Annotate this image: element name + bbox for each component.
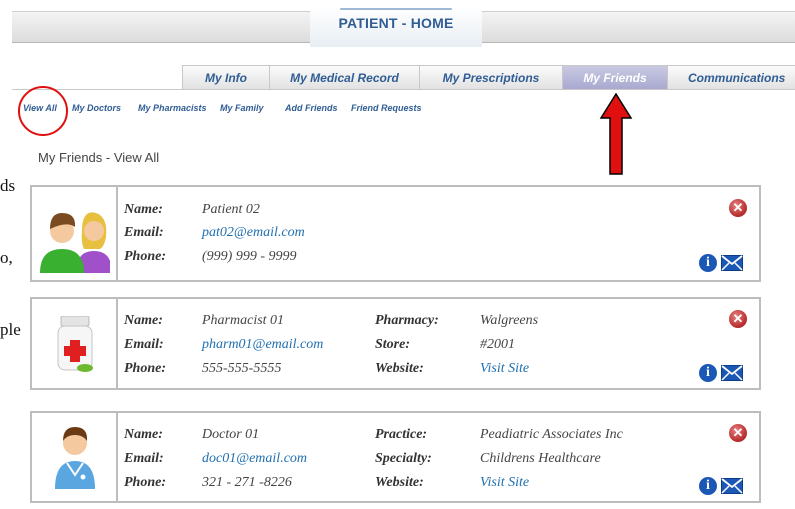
pharmacy-name: Walgreens — [480, 313, 539, 328]
label-pharmacy: Pharmacy: — [375, 313, 439, 328]
mail-icon[interactable] — [721, 478, 743, 494]
info-icon[interactable]: i — [699, 254, 717, 272]
doctor-avatar-icon — [55, 427, 95, 489]
label-email: Email: — [124, 451, 164, 466]
subnav-my-family[interactable]: My Family — [220, 103, 264, 113]
subnav-my-doctors[interactable]: My Doctors — [72, 103, 121, 113]
label-email: Email: — [124, 337, 164, 352]
avatar-cell — [32, 187, 118, 280]
tab-my-friends[interactable]: My Friends — [562, 65, 668, 89]
doc-fragment-1: ds — [0, 176, 16, 195]
website-link[interactable]: Visit Site — [480, 475, 529, 491]
remove-friend-button[interactable]: ✕ — [729, 199, 747, 217]
friend-name: Doctor 01 — [202, 427, 260, 442]
avatar-cell — [32, 413, 118, 501]
subnav-friend-requests[interactable]: Friend Requests — [351, 103, 422, 113]
tab-my-info[interactable]: My Info — [182, 65, 270, 89]
friend-card-pharmacist: Name: Email: Phone: Pharmacist 01 pharm0… — [30, 297, 761, 390]
subnav-my-pharmacists[interactable]: My Pharmacists — [138, 103, 207, 113]
friend-name: Pharmacist 01 — [202, 313, 285, 328]
label-website: Website: — [375, 475, 424, 490]
label-practice: Practice: — [375, 427, 428, 442]
annotation-circle — [18, 86, 68, 136]
store-number: #2001 — [480, 337, 515, 352]
mail-icon[interactable] — [721, 365, 743, 381]
family-avatar-icon — [40, 212, 110, 273]
mail-icon[interactable] — [721, 255, 743, 271]
tab-my-medical-record[interactable]: My Medical Record — [269, 65, 420, 89]
practice-name: Peadiatric Associates Inc — [480, 427, 623, 442]
tab-communications[interactable]: Communications — [667, 65, 795, 89]
friend-email-link[interactable]: pharm01@email.com — [202, 337, 323, 353]
friend-email-link[interactable]: doc01@email.com — [202, 451, 307, 467]
remove-friend-button[interactable]: ✕ — [729, 424, 747, 442]
label-name: Name: — [124, 202, 163, 217]
remove-friend-button[interactable]: ✕ — [729, 310, 747, 328]
friend-card-doctor: Name: Email: Phone: Doctor 01 doc01@emai… — [30, 411, 761, 503]
label-website: Website: — [375, 361, 424, 376]
specialty-name: Childrens Healthcare — [480, 451, 601, 466]
title-accent-line — [340, 8, 452, 10]
info-icon[interactable]: i — [699, 364, 717, 382]
page-title: PATIENT - HOME — [338, 15, 454, 31]
label-name: Name: — [124, 313, 163, 328]
friend-name: Patient 02 — [202, 202, 260, 217]
pill-bottle-icon — [57, 316, 93, 372]
doc-fragment-2: o, — [0, 248, 13, 267]
subnav-add-friends[interactable]: Add Friends — [285, 103, 338, 113]
tab-my-prescriptions[interactable]: My Prescriptions — [419, 65, 563, 89]
label-phone: Phone: — [124, 361, 166, 376]
friend-phone: (999) 999 - 9999 — [202, 249, 297, 264]
website-link[interactable]: Visit Site — [480, 361, 529, 377]
label-specialty: Specialty: — [375, 451, 432, 466]
info-icon[interactable]: i — [699, 477, 717, 495]
label-store: Store: — [375, 337, 410, 352]
label-phone: Phone: — [124, 249, 166, 264]
friend-email-link[interactable]: pat02@email.com — [202, 225, 305, 241]
label-phone: Phone: — [124, 475, 166, 490]
tab-underline — [12, 89, 795, 90]
annotation-arrow — [599, 92, 633, 175]
friend-phone: 555-555-5555 — [202, 361, 282, 376]
section-title: My Friends - View All — [38, 150, 160, 165]
header-title-box: PATIENT - HOME — [310, 7, 482, 47]
label-email: Email: — [124, 225, 164, 240]
friend-phone: 321 - 271 -8226 — [202, 475, 292, 490]
doc-fragment-3: ple — [0, 320, 21, 339]
friend-card-patient: Name: Email: Phone: Patient 02 pat02@ema… — [30, 185, 761, 282]
label-name: Name: — [124, 427, 163, 442]
avatar-cell — [32, 299, 118, 388]
